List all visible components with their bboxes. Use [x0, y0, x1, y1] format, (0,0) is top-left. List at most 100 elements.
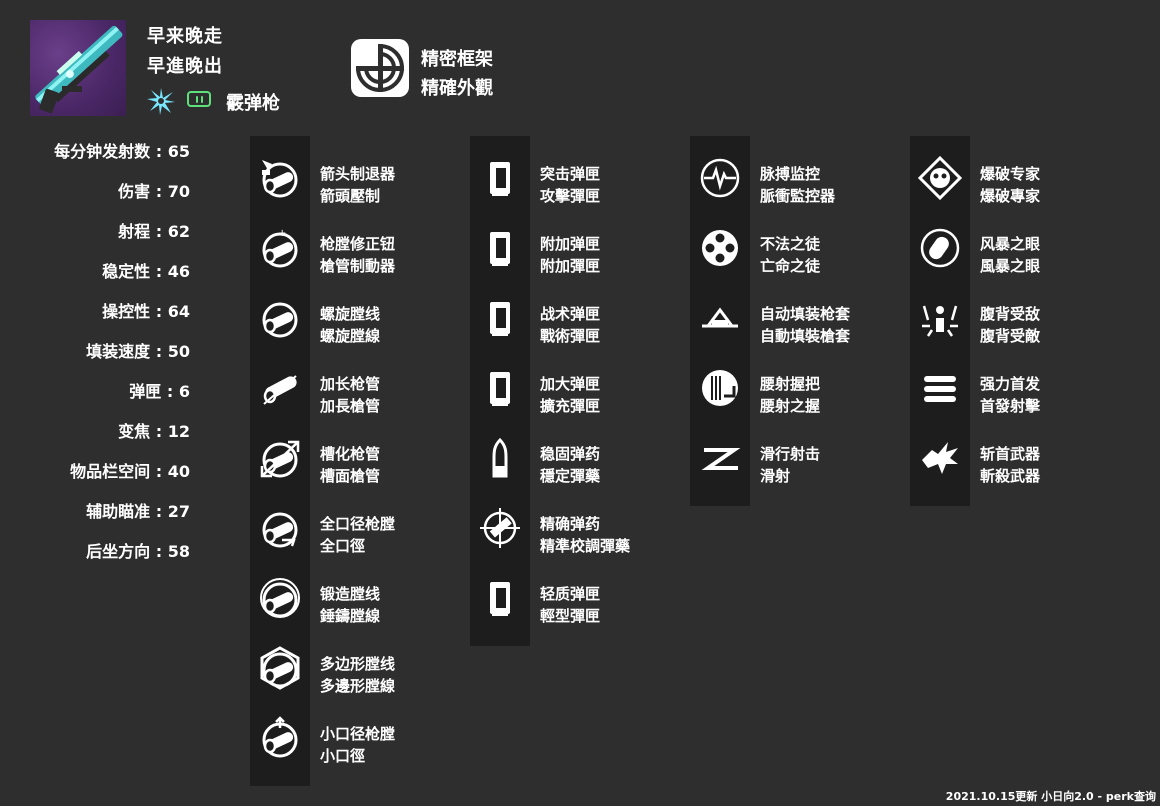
extended-mag-icon: [478, 366, 522, 410]
slide-shot-icon: [698, 436, 742, 480]
auto-loading-holster-icon: [698, 296, 742, 340]
weapon-name-traditional: 早進晚出: [147, 56, 223, 77]
perk-item: 爆破专家 爆破專家: [910, 146, 1120, 206]
perk-item: 箭头制退器 箭頭壓制: [250, 146, 460, 206]
frame-name-traditional: 精確外觀: [421, 78, 493, 99]
perk-name-simplified: 滑行射击: [760, 445, 821, 463]
corkscrew-rifling-brake-icon: +: [258, 226, 302, 270]
perk-name-simplified: 自动填装枪套: [760, 305, 851, 323]
stat-separator: :: [150, 182, 168, 201]
perk-item: 腹背受敌 腹背受敵: [910, 286, 1120, 346]
stat-separator: :: [150, 462, 168, 481]
frame-name-simplified: 精密框架: [421, 49, 493, 70]
perk-name-simplified: 附加弹匣: [540, 235, 601, 253]
surrounded-icon: [918, 296, 962, 340]
perk-item: 精确弹药 精準校調彈藥: [470, 496, 680, 556]
stat-label: 操控性: [102, 302, 151, 321]
svg-text:+: +: [278, 228, 286, 239]
perk-name: 稳固弹药 穩定彈藥: [540, 443, 600, 487]
perk-name-traditional: 槍管制動器: [320, 257, 396, 275]
perk-name-simplified: 脉搏监控: [760, 165, 821, 183]
stat-row: 变焦 : 12: [0, 418, 190, 442]
stat-value: 58: [167, 542, 190, 561]
hip-fire-grip-icon: [698, 366, 742, 410]
perk-item: 战术弹匣 戰術彈匣: [470, 286, 680, 346]
stat-separator: :: [150, 142, 168, 161]
perk-name: 箭头制退器 箭頭壓制: [320, 163, 395, 207]
stat-separator: :: [150, 222, 168, 241]
perk-name: 滑行射击 滑射: [760, 443, 820, 487]
perk-name: 战术弹匣 戰術彈匣: [540, 303, 600, 347]
stat-value: 70: [167, 182, 190, 201]
stat-label: 辅助瞄准: [86, 502, 151, 521]
perk-name-simplified: 腰射握把: [760, 375, 821, 393]
stat-label: 伤害: [118, 182, 151, 201]
perk-name-simplified: 螺旋膛线: [320, 305, 381, 323]
steady-rounds-icon: [478, 436, 522, 480]
weapon-thumbnail: [30, 20, 126, 116]
stat-row: 操控性 : 64: [0, 298, 190, 322]
stat-label: 填装速度: [86, 342, 151, 361]
stat-label: 射程: [118, 222, 151, 241]
perk-name: 不法之徒 亡命之徒: [760, 233, 820, 277]
perk-name: 附加弹匣 附加彈匣: [540, 233, 600, 277]
stat-label: 弹匣: [129, 382, 162, 401]
smallbore-icon: [258, 716, 302, 760]
accurized-rounds-icon: [478, 506, 522, 550]
perk-name-traditional: 多邊形膛線: [320, 677, 396, 695]
perk-name-traditional: 錘鑄膛線: [320, 607, 381, 625]
perk-name-traditional: 自動填裝槍套: [760, 327, 851, 345]
perk-name: 小口径枪膛 小口徑: [320, 723, 395, 767]
perk-name: 腹背受敌 腹背受敵: [980, 303, 1040, 347]
stat-label: 后坐方向: [86, 542, 151, 561]
outlaw-icon: [698, 226, 742, 270]
stat-row: 每分钟发射数 : 65: [0, 138, 190, 162]
stat-label: 每分钟发射数: [54, 142, 151, 161]
perk-name: 加大弹匣 擴充彈匣: [540, 373, 600, 417]
stat-row: 伤害 : 70: [0, 178, 190, 202]
perk-name-traditional: 擴充彈匣: [540, 397, 601, 415]
perk-item: 加长枪管 加長槍管: [250, 356, 460, 416]
perk-name: 多边形膛线 多邊形膛線: [320, 653, 395, 697]
perk-name: 脉搏监控 脈衝監控器: [760, 163, 835, 207]
perk-name-traditional: 全口徑: [320, 537, 366, 555]
precision-frame-icon: [350, 38, 410, 98]
stat-label: 物品栏空间: [70, 462, 151, 481]
perk-name-traditional: 斬殺武器: [980, 467, 1041, 485]
perk-name-traditional: 戰術彈匣: [540, 327, 601, 345]
stat-row: 辅助瞄准 : 27: [0, 498, 190, 522]
stat-row: 射程 : 62: [0, 218, 190, 242]
stat-value: 50: [167, 342, 190, 361]
perk-name: 枪膛修正钮 槍管制動器: [320, 233, 395, 277]
polygonal-rifling-icon: [258, 646, 302, 690]
stat-row: 填装速度 : 50: [0, 338, 190, 362]
perk-name-simplified: 轻质弹匣: [540, 585, 601, 603]
perk-name-simplified: 不法之徒: [760, 235, 821, 253]
stat-row: 稳定性 : 46: [0, 258, 190, 282]
perk-name-traditional: 脈衝監控器: [760, 187, 836, 205]
perk-name: 自动填装枪套 自動填裝槍套: [760, 303, 850, 347]
demolitionist-icon: [917, 155, 963, 201]
stat-value: 27: [167, 502, 190, 521]
perk-name-simplified: 箭头制退器: [320, 165, 396, 183]
stat-row: 弹匣 : 6: [0, 378, 190, 402]
perk-name-traditional: 附加彈匣: [540, 257, 601, 275]
perk-name: 轻质弹匣 輕型彈匣: [540, 583, 600, 627]
stat-separator: :: [150, 422, 168, 441]
stat-separator: :: [150, 342, 168, 361]
stat-separator: :: [150, 502, 168, 521]
perk-name-simplified: 加长枪管: [320, 375, 381, 393]
perk-item: 斩首武器 斬殺武器: [910, 426, 1120, 486]
stat-separator: :: [150, 302, 168, 321]
perk-item: 强力首发 首發射擊: [910, 356, 1120, 416]
perk-name-traditional: 腰射之握: [760, 397, 821, 415]
perk-name-traditional: 攻擊彈匣: [540, 187, 601, 205]
weapon-type: 霰弹枪: [226, 93, 280, 114]
weapon-name-simplified: 早来晚走: [147, 26, 223, 47]
perk-name-traditional: 穩定彈藥: [540, 467, 601, 485]
perk-item: 轻质弹匣 輕型彈匣: [470, 566, 680, 626]
perk-item: 螺旋膛线 螺旋膛線: [250, 286, 460, 346]
perk-name-traditional: 風暴之眼: [980, 257, 1041, 275]
fluted-barrel-icon: [258, 436, 302, 480]
perk-name-traditional: 螺旋膛線: [320, 327, 381, 345]
